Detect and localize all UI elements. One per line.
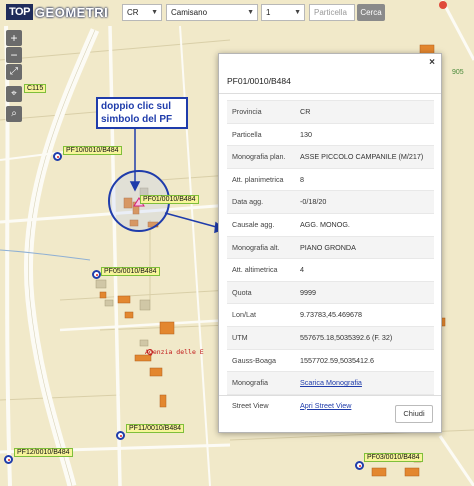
locate-icon[interactable]: ⌖ xyxy=(6,86,22,102)
info-row: Monografia plan. ASSE PICCOLO CAMPANILE (… xyxy=(227,145,434,168)
logo-top: TOP xyxy=(6,4,33,20)
close-icon[interactable]: × xyxy=(429,57,435,68)
info-link[interactable]: Scarica Monografia xyxy=(300,372,434,394)
info-key: Quota xyxy=(232,287,252,297)
info-row: Causale agg. AGG. MONOG. xyxy=(227,212,434,236)
zoom-in-button[interactable]: + xyxy=(6,30,22,46)
municipality-value: Camisano xyxy=(171,8,208,17)
province-select[interactable]: CR ▼ xyxy=(122,4,162,21)
agenzia-label: Agenzia delle E xyxy=(145,348,204,356)
pf-marker[interactable] xyxy=(116,431,125,440)
info-value: 8 xyxy=(300,174,304,184)
info-key: Particella xyxy=(232,129,262,139)
province-value: CR xyxy=(127,8,139,17)
info-value: 4 xyxy=(300,265,304,275)
info-row: Monografia Scarica Monografia xyxy=(227,371,434,394)
info-key: Monografia xyxy=(232,378,268,388)
pf-info-table: Provincia CR Particella 130 Monografia plan.… xyxy=(227,100,434,416)
chevron-down-icon: ▼ xyxy=(294,9,301,16)
info-key: Att. altimetrica xyxy=(232,265,278,275)
info-row: Particella 130 xyxy=(227,122,434,146)
sheet-value: 1 xyxy=(266,8,271,17)
info-value: -0/18/20 xyxy=(300,197,327,207)
label-pf10[interactable]: PF10/0010/B484 xyxy=(63,146,122,155)
chevron-down-icon: ▼ xyxy=(247,9,254,16)
info-row: Provincia CR xyxy=(227,100,434,123)
info-value: PIANO GRONDA xyxy=(300,242,356,252)
info-value: 557675.18,5035392.6 (F. 32) xyxy=(300,332,393,342)
chiudi-button[interactable]: Chiudi xyxy=(395,405,433,423)
label-pf01[interactable]: PF01/0010/B484 xyxy=(140,195,199,204)
info-value: AGG. MONOG. xyxy=(300,219,350,229)
info-key: Monografia plan. xyxy=(232,152,286,162)
instruction-annotation: doppio clic sul simbolo del PF xyxy=(96,97,188,129)
info-row: Lon/Lat 9.73783,45.469678 xyxy=(227,303,434,326)
sheet-select[interactable]: 1 ▼ xyxy=(261,4,305,21)
info-value: 9999 xyxy=(300,287,316,297)
info-key: Causale agg. xyxy=(232,219,275,229)
map-search-icon[interactable]: ⌕ xyxy=(6,106,22,122)
municipality-select[interactable]: Camisano ▼ xyxy=(166,4,258,21)
info-key: Monografia alt. xyxy=(232,242,280,252)
road-number-label: 905 xyxy=(452,69,464,76)
label-c115[interactable]: C115 xyxy=(24,84,47,93)
info-row: Gauss-Boaga 1557702.59,5035412.6 xyxy=(227,348,434,372)
info-row: Att. altimetrica 4 xyxy=(227,258,434,281)
info-key: Gauss-Boaga xyxy=(232,355,276,365)
label-pf11[interactable]: PF11/0010/B484 xyxy=(126,424,185,433)
pf-info-modal: × PF01/0010/B484 Provincia CR Particella 13… xyxy=(218,53,442,433)
fullscreen-icon[interactable]: ⤢ xyxy=(6,64,22,80)
info-value: CR xyxy=(300,107,311,116)
info-key: Provincia xyxy=(232,107,262,116)
search-button[interactable]: Cerca xyxy=(357,4,385,21)
modal-title: PF01/0010/B484 xyxy=(219,68,441,94)
logo-geometri: GEOMETRI xyxy=(34,4,109,20)
info-row: Att. planimetrica 8 xyxy=(227,167,434,191)
chevron-down-icon: ▼ xyxy=(151,9,158,16)
parcel-input[interactable]: Particella xyxy=(309,4,355,21)
pf-marker[interactable] xyxy=(355,461,364,470)
info-value: 1557702.59,5035412.6 xyxy=(300,355,374,365)
info-value: 9.73783,45.469678 xyxy=(300,310,362,320)
info-row: Quota 9999 xyxy=(227,280,434,304)
pf-marker[interactable] xyxy=(53,152,62,161)
top-toolbar: TOP GEOMETRI CR ▼ Camisano ▼ 1 ▼ Partice… xyxy=(0,0,474,26)
label-pf05[interactable]: PF05/0010/B484 xyxy=(101,267,160,276)
info-key: UTM xyxy=(232,332,248,342)
info-row: Data agg. -0/18/20 xyxy=(227,190,434,213)
label-pf03[interactable]: PF03/0010/B484 xyxy=(364,453,423,462)
pf-marker[interactable] xyxy=(92,270,101,279)
zoom-out-button[interactable]: − xyxy=(6,47,22,63)
app-logo: TOP GEOMETRI xyxy=(6,3,108,21)
label-pf12[interactable]: PF12/0010/B484 xyxy=(14,448,73,457)
info-key: Att. planimetrica xyxy=(232,174,284,184)
info-row: Monografia alt. PIANO GRONDA xyxy=(227,235,434,259)
parcel-placeholder: Particella xyxy=(314,8,347,17)
info-value: 130 xyxy=(300,129,312,139)
info-key: Lon/Lat xyxy=(232,310,256,320)
info-row: UTM 557675.18,5035392.6 (F. 32) xyxy=(227,325,434,349)
info-key: Data agg. xyxy=(232,197,264,207)
pf-marker[interactable] xyxy=(4,455,13,464)
modal-footer: Chiudi xyxy=(219,395,441,432)
info-value: ASSE PICCOLO CAMPANILE (M/217) xyxy=(300,152,424,162)
